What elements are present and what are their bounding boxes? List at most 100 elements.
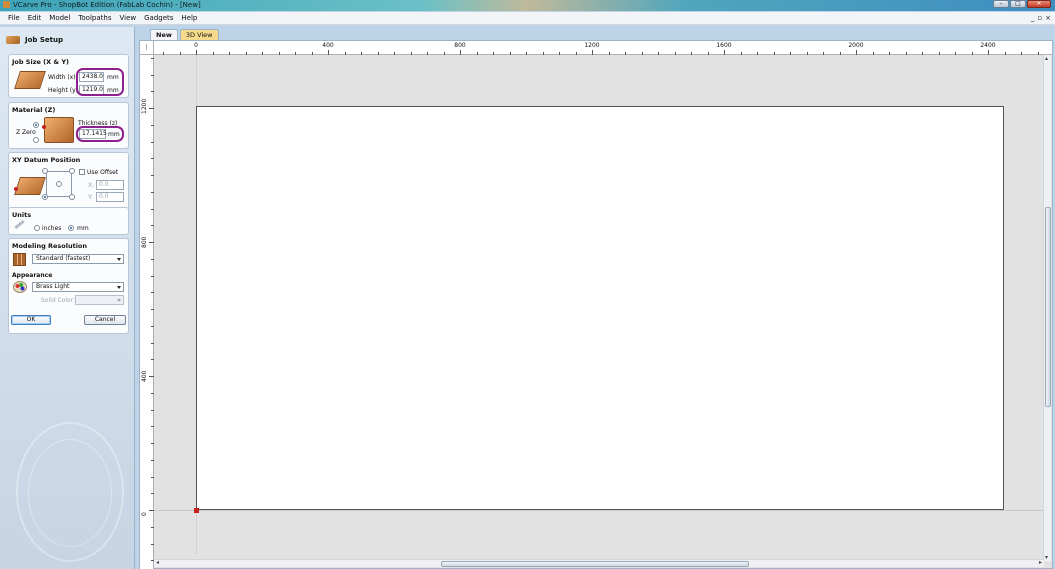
ruler-tick [1037, 52, 1039, 55]
mdi-minimize-icon[interactable]: _ [1031, 14, 1035, 22]
ruler-tick [592, 50, 593, 55]
material-block-icon [44, 117, 74, 143]
minimize-button[interactable]: – [993, 0, 1009, 8]
z-zero-marker [42, 125, 46, 129]
material-group: Material (Z) Z Zero Thickness (z) 17.141… [8, 102, 129, 149]
maximize-button[interactable]: □ [1010, 0, 1026, 8]
ruler-tick [361, 52, 362, 55]
ruler-tick [295, 52, 296, 55]
datum-board-icon [14, 177, 46, 195]
menu-edit[interactable]: Edit [24, 12, 46, 25]
ruler-tick [151, 359, 154, 361]
datum-title: XY Datum Position [12, 156, 81, 164]
ruler-tick [740, 52, 742, 55]
horizontal-scroll-thumb[interactable] [441, 561, 749, 567]
ruler-label: 0 [194, 42, 198, 49]
ok-button[interactable]: OK [11, 315, 51, 325]
title-bar: VCarve Pro - ShopBot Edition (FabLab Coc… [0, 0, 1055, 11]
scroll-left-icon[interactable]: ◂ [156, 559, 159, 566]
datum-top-right-radio[interactable] [69, 168, 75, 174]
close-button[interactable]: × [1027, 0, 1051, 8]
vertical-scroll-thumb[interactable] [1045, 207, 1051, 407]
menu-view[interactable]: View [115, 12, 140, 25]
ruler-tick [151, 208, 154, 210]
z-zero-top-radio[interactable] [33, 122, 39, 128]
ruler-tick [559, 52, 560, 55]
datum-bottom-right-radio[interactable] [69, 194, 75, 200]
ruler-tick [149, 108, 154, 109]
tab-3d-view[interactable]: 3D View [179, 29, 219, 40]
datum-center-radio[interactable] [56, 181, 62, 187]
horizontal-ruler: 0 400 800 1200 1600 2000 2400 [154, 41, 1052, 55]
ruler-tick [476, 52, 478, 55]
units-mm-radio[interactable] [68, 225, 74, 231]
ruler-tick [658, 52, 659, 55]
ruler-label: 400 [322, 42, 334, 49]
ruler-tick [151, 409, 154, 411]
datum-bottom-left-radio[interactable] [42, 194, 48, 200]
offset-y-input[interactable]: 0.0 [96, 192, 124, 202]
ruler-tick [151, 392, 154, 394]
menu-help[interactable]: Help [177, 12, 201, 25]
palette-icon [13, 281, 27, 293]
ruler-label: 1600 [716, 42, 732, 49]
drawing-area[interactable]: ⁝ 0 400 800 1200 1600 2000 2400 1200 800 400 0 ▴ … [139, 40, 1053, 569]
ruler-tick [278, 52, 280, 55]
job-size-board-icon [14, 71, 46, 89]
appearance-select[interactable]: Brass Light [32, 282, 124, 292]
ruler-tick [493, 52, 494, 55]
menu-file[interactable]: File [4, 12, 24, 25]
ruler-corner-icon[interactable]: ⁝ [140, 41, 154, 55]
ruler-tick [212, 52, 214, 55]
job-size-title: Job Size (X & Y) [12, 58, 70, 66]
mdi-controls: _ ▫ × [1031, 14, 1051, 22]
solid-color-select[interactable] [75, 295, 124, 305]
ruler-tick [509, 52, 511, 55]
ruler-tick [151, 426, 154, 428]
window-title: VCarve Pro - ShopBot Edition (FabLab Coc… [13, 1, 201, 9]
ruler-tick [151, 325, 154, 327]
cancel-button[interactable]: Cancel [84, 315, 126, 325]
job-setup-header: Job Setup [6, 33, 63, 47]
material-title: Material (Z) [12, 106, 56, 114]
ruler-tick [1004, 52, 1006, 55]
datum-top-left-radio[interactable] [42, 168, 48, 174]
tab-new[interactable]: New [150, 29, 178, 40]
ruler-tick [625, 52, 626, 55]
horizontal-scrollbar[interactable]: ◂ ▸ [154, 559, 1044, 567]
mdi-close-icon[interactable]: × [1045, 14, 1051, 22]
appearance-title: Appearance [12, 272, 53, 279]
mdi-restore-icon[interactable]: ▫ [1037, 14, 1042, 22]
use-offset-label: Use Offset [87, 169, 119, 176]
menu-bar: File Edit Model Toolpaths View Gadgets H… [0, 12, 1055, 25]
ruler-tick [151, 275, 154, 277]
ruler-tick [410, 52, 412, 55]
scroll-down-icon[interactable]: ▾ [1045, 554, 1048, 561]
use-offset-checkbox[interactable] [79, 169, 85, 175]
scroll-up-icon[interactable]: ▴ [1045, 55, 1048, 62]
vertical-scrollbar[interactable]: ▴ ▾ [1043, 55, 1051, 561]
ruler-tick [707, 52, 709, 55]
job-setup-icon [6, 36, 20, 44]
ruler-tick [872, 52, 874, 55]
ruler-tick [163, 52, 164, 55]
ruler-tick [922, 52, 923, 55]
ruler-tick [151, 175, 154, 176]
resolution-select[interactable]: Standard (fastest) [32, 254, 124, 264]
ruler-tick [328, 50, 329, 55]
offset-x-input[interactable]: 0.0 [96, 180, 124, 190]
units-inches-radio[interactable] [34, 225, 40, 231]
ruler-tick [151, 74, 154, 76]
menu-gadgets[interactable]: Gadgets [140, 12, 177, 25]
menu-toolpaths[interactable]: Toolpaths [74, 12, 115, 25]
ruler-tick [724, 50, 725, 55]
ruler-tick [377, 52, 379, 55]
menu-model[interactable]: Model [45, 12, 74, 25]
window-controls: – □ × [993, 0, 1051, 9]
material-sheet[interactable] [196, 106, 1004, 510]
z-zero-bottom-radio[interactable] [33, 137, 39, 143]
ruler-tick [149, 376, 154, 377]
scroll-right-icon[interactable]: ▸ [1039, 559, 1042, 566]
ruler-tick [526, 52, 527, 55]
z-zero-label: Z Zero [16, 129, 36, 136]
